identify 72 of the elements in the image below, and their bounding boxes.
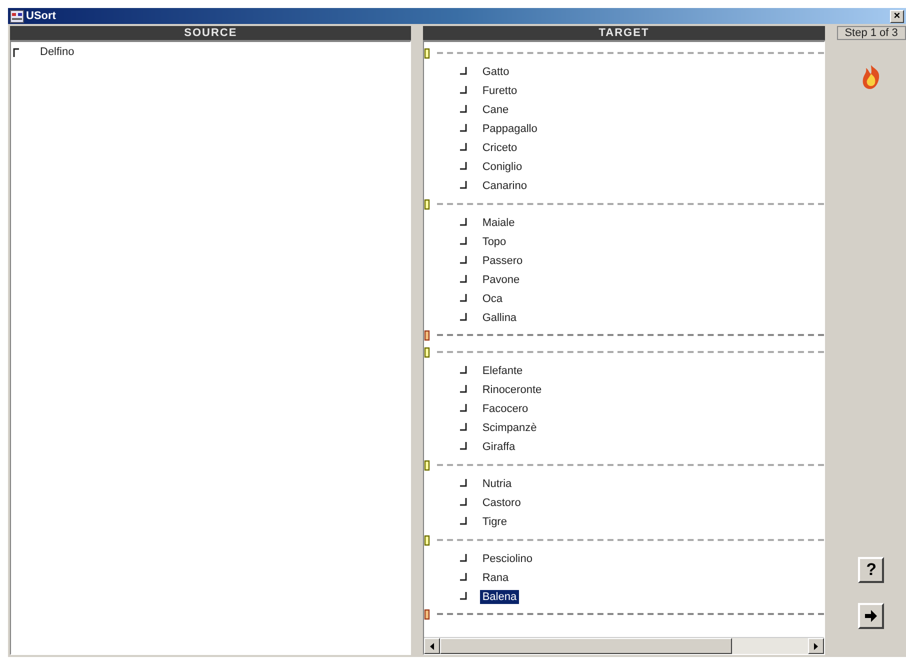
list-item[interactable]: Castoro bbox=[480, 496, 523, 510]
scroll-right-button[interactable] bbox=[808, 638, 824, 654]
leaf-icon bbox=[460, 86, 468, 95]
leaf-icon bbox=[460, 181, 468, 190]
source-heading: SOURCE bbox=[10, 26, 412, 41]
left-arrow-icon bbox=[430, 642, 434, 650]
leaf-icon bbox=[460, 554, 468, 563]
horizontal-scrollbar[interactable] bbox=[424, 637, 824, 654]
app-icon bbox=[10, 10, 24, 22]
right-arrow-icon bbox=[814, 642, 818, 650]
close-button[interactable]: × bbox=[890, 10, 904, 22]
bracket-icon bbox=[424, 460, 432, 470]
list-item[interactable]: Scimpanzè bbox=[480, 420, 539, 434]
target-heading: TARGET bbox=[423, 26, 825, 41]
help-button[interactable]: ? bbox=[858, 557, 884, 583]
list-item[interactable]: Rana bbox=[480, 570, 511, 584]
bracket-icon bbox=[424, 198, 432, 210]
leaf-icon bbox=[460, 218, 468, 227]
leaf-icon bbox=[460, 67, 468, 76]
next-button[interactable] bbox=[858, 603, 884, 629]
bracket-icon bbox=[424, 534, 432, 546]
bracket-icon bbox=[424, 608, 432, 620]
leaf-icon bbox=[460, 275, 468, 284]
list-item[interactable]: Furetto bbox=[480, 84, 520, 98]
leaf-icon bbox=[460, 105, 468, 114]
leaf-icon bbox=[460, 498, 468, 507]
leaf-icon bbox=[460, 479, 468, 488]
list-item[interactable]: Elefante bbox=[480, 364, 525, 378]
leaf-icon bbox=[460, 385, 468, 394]
list-item[interactable]: Canarino bbox=[480, 178, 529, 192]
step-label: Step 1 of 3 bbox=[836, 26, 906, 40]
list-item[interactable]: Cane bbox=[480, 102, 511, 116]
list-item[interactable]: Pavone bbox=[480, 272, 522, 286]
leaf-icon bbox=[460, 442, 468, 451]
scroll-thumb[interactable] bbox=[440, 638, 732, 654]
leaf-icon bbox=[460, 256, 468, 265]
list-item[interactable]: Facocero bbox=[480, 402, 530, 416]
leaf-icon bbox=[460, 366, 468, 375]
list-item[interactable]: Oca bbox=[480, 292, 504, 306]
leaf-icon bbox=[460, 423, 468, 432]
bracket-icon bbox=[424, 346, 432, 358]
list-item[interactable]: Passero bbox=[480, 254, 525, 268]
leaf-icon bbox=[460, 124, 468, 133]
list-item[interactable]: Pappagallo bbox=[480, 122, 540, 136]
list-item[interactable]: Maiale bbox=[480, 216, 517, 230]
list-item[interactable]: Giraffa bbox=[480, 440, 518, 454]
list-item[interactable]: Balena bbox=[480, 590, 519, 604]
leaf-icon bbox=[460, 404, 468, 413]
leaf-icon bbox=[460, 143, 468, 152]
list-item[interactable]: Delfino bbox=[38, 45, 76, 59]
scroll-left-button[interactable] bbox=[424, 638, 440, 654]
list-item[interactable]: Topo bbox=[480, 234, 508, 248]
list-item[interactable]: Gatto bbox=[480, 64, 512, 78]
leaf-icon bbox=[460, 313, 468, 322]
list-item[interactable]: Pesciolino bbox=[480, 552, 534, 566]
list-item[interactable]: Nutria bbox=[480, 476, 514, 490]
page-icon bbox=[13, 48, 20, 56]
list-item[interactable]: Criceto bbox=[480, 140, 520, 154]
window-title: USort bbox=[26, 10, 57, 22]
leaf-icon bbox=[460, 592, 468, 601]
leaf-icon bbox=[460, 573, 468, 582]
leaf-icon bbox=[460, 294, 468, 303]
leaf-icon bbox=[460, 517, 468, 526]
bracket-icon bbox=[424, 330, 432, 340]
arrow-right-icon bbox=[865, 610, 878, 622]
list-item[interactable]: Gallina bbox=[480, 310, 519, 324]
list-item[interactable]: Tigre bbox=[480, 514, 509, 528]
bracket-icon bbox=[424, 48, 432, 58]
leaf-icon bbox=[460, 162, 468, 171]
list-item[interactable]: Coniglio bbox=[480, 160, 524, 174]
list-item[interactable]: Rinoceronte bbox=[480, 382, 544, 396]
leaf-icon bbox=[460, 237, 468, 246]
